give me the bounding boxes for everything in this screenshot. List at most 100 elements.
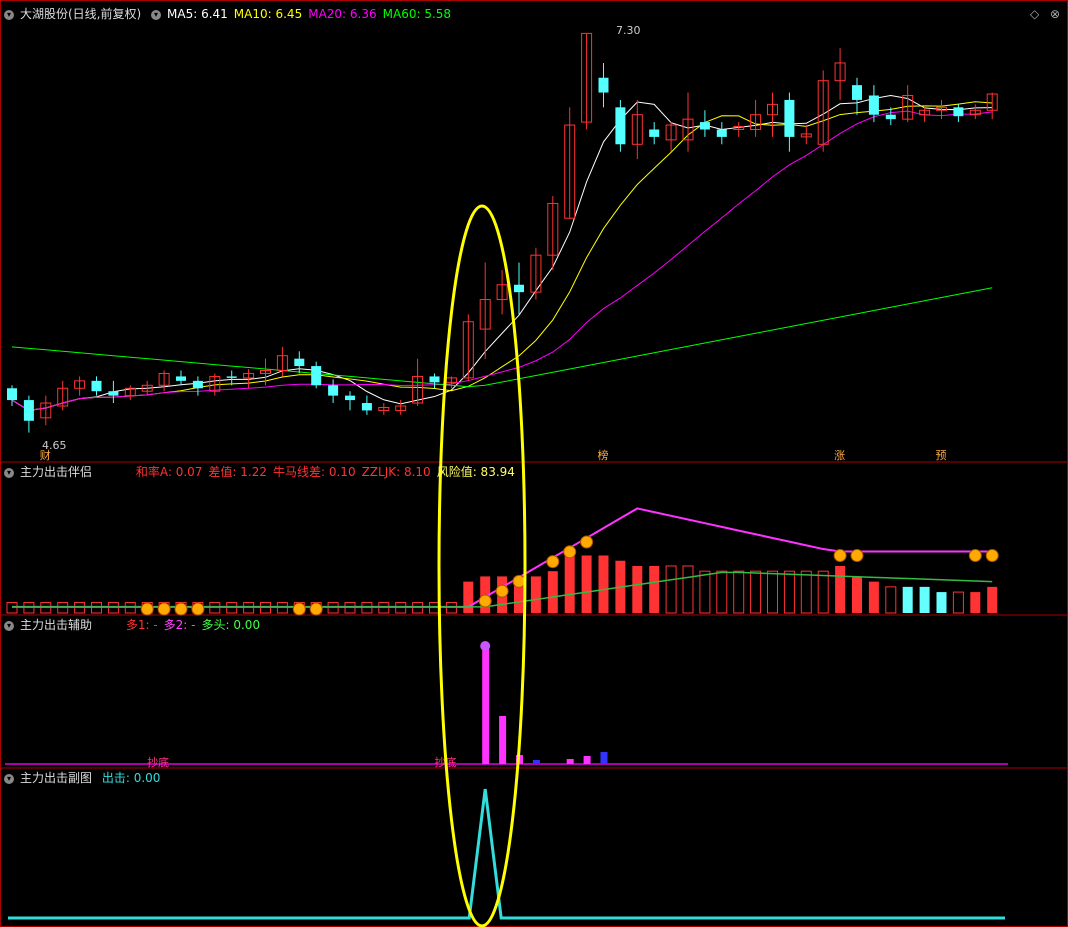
signal-icon bbox=[191, 602, 205, 616]
indicator-bar bbox=[530, 576, 541, 613]
candle-body bbox=[294, 358, 305, 367]
ma-values: MA5: 6.41 MA10: 6.45 MA20: 6.36 MA60: 5.58 bbox=[167, 7, 457, 21]
indicator-bar bbox=[987, 586, 998, 613]
candle-body bbox=[91, 380, 102, 392]
indicator-bar bbox=[581, 555, 592, 613]
candle-body bbox=[598, 77, 609, 93]
signal-icon bbox=[478, 594, 492, 608]
indicator-bar bbox=[716, 570, 728, 614]
indicator-bar bbox=[952, 591, 964, 614]
panel3-bar bbox=[583, 756, 591, 764]
close-icon[interactable]: ⊗ bbox=[1050, 7, 1060, 21]
signal-icon bbox=[495, 584, 509, 598]
indicator-bar bbox=[852, 576, 862, 613]
indicator-bar bbox=[885, 586, 897, 614]
indicator-value: MA60: 5.58 bbox=[382, 7, 452, 21]
candle-body bbox=[226, 376, 237, 378]
indicator-bar bbox=[868, 581, 879, 613]
panel3-header: ▾ 主力出击辅助 多1: - 多2: - 多头: 0.00 bbox=[4, 617, 272, 633]
indicator-value: 差值: 1.22 bbox=[208, 465, 267, 479]
indicator-bar bbox=[463, 581, 474, 613]
indicator-bar bbox=[564, 550, 575, 613]
indicator-bar bbox=[936, 592, 947, 613]
signal-icon bbox=[833, 549, 847, 562]
signal-icon bbox=[174, 602, 188, 616]
signal-icon bbox=[563, 545, 577, 559]
indicator-bar bbox=[733, 570, 745, 614]
event-marker: 榜 bbox=[598, 448, 609, 462]
panel3-bar bbox=[532, 760, 540, 764]
ma-line-ma20 bbox=[11, 110, 993, 411]
panel3-bar bbox=[482, 649, 490, 764]
ma-line-ma10 bbox=[11, 101, 993, 411]
signal-icon bbox=[968, 549, 982, 562]
candle-body bbox=[885, 114, 896, 120]
candle-body bbox=[361, 403, 372, 411]
indicator-bar bbox=[767, 570, 778, 614]
candle-body bbox=[7, 388, 17, 401]
candle-body bbox=[615, 107, 626, 145]
price-high-label: 7.30 bbox=[616, 24, 641, 37]
dropdown-icon[interactable]: ▾ bbox=[4, 9, 14, 20]
indicator-bar bbox=[783, 570, 795, 614]
candle-body bbox=[953, 107, 964, 117]
signal-icon bbox=[580, 535, 594, 549]
panel4-values: 出击: 0.00 bbox=[102, 771, 167, 785]
candle-body bbox=[345, 395, 355, 401]
indicator-value: 多头: 0.00 bbox=[201, 618, 261, 632]
panel3-values: 多1: - 多2: - 多头: 0.00 bbox=[126, 618, 266, 632]
indicator-value: 出击: 0.00 bbox=[101, 771, 161, 785]
signal-icon bbox=[512, 574, 526, 588]
candle-body bbox=[716, 129, 727, 137]
candle-body bbox=[784, 99, 795, 137]
price-low-label: 4.65 bbox=[42, 439, 67, 452]
panel3-chart: 抄底 抄底 bbox=[5, 641, 1008, 769]
candle-body bbox=[429, 376, 440, 383]
candle-body bbox=[852, 85, 862, 100]
indicator-bar bbox=[817, 570, 829, 614]
indicator-bar bbox=[835, 565, 846, 613]
signal-icon bbox=[850, 549, 864, 562]
signal-icon bbox=[157, 602, 171, 616]
main-title: 大湖股份(日线,前复权) bbox=[20, 7, 142, 21]
event-marker: 涨 bbox=[834, 449, 845, 462]
panel3-title: 主力出击辅助 bbox=[20, 618, 93, 632]
panel2-header: ▾ 主力出击伴侣 和率A: 0.07 差值: 1.22 牛马线差: 0.10 ZZLJK… bbox=[4, 464, 527, 480]
event-marker: 预 bbox=[936, 449, 947, 462]
candle-body bbox=[176, 376, 186, 381]
candle-body bbox=[868, 95, 879, 115]
main-header: ▾ 大湖股份(日线,前复权) ▾ MA5: 6.41 MA10: 6.45 MA20: … bbox=[4, 6, 463, 22]
dropdown-icon[interactable]: ▾ bbox=[4, 620, 14, 631]
indicator-bar bbox=[547, 571, 558, 613]
candle-body bbox=[514, 284, 524, 293]
indicator-bar bbox=[902, 586, 913, 613]
indicator-bar bbox=[649, 565, 660, 613]
panel3-bar bbox=[600, 752, 608, 764]
candle-body bbox=[23, 400, 34, 421]
indicator-bar bbox=[699, 570, 711, 614]
signal-icon bbox=[309, 602, 323, 616]
signal-icon bbox=[546, 555, 560, 569]
dropdown-icon[interactable]: ▾ bbox=[4, 773, 14, 784]
indicator-bar bbox=[800, 570, 812, 614]
panel3-label: 抄底 bbox=[147, 755, 169, 769]
signal-icon bbox=[292, 602, 306, 616]
dropdown-icon[interactable]: ▾ bbox=[151, 9, 162, 20]
indicator-bar bbox=[919, 586, 930, 613]
collapse-icon[interactable]: ◇ bbox=[1030, 7, 1039, 21]
candle-body bbox=[328, 385, 339, 396]
indicator-bar bbox=[750, 570, 762, 614]
dropdown-icon[interactable]: ▾ bbox=[4, 467, 14, 478]
signal-icon bbox=[985, 549, 999, 562]
candle-body bbox=[699, 122, 710, 130]
indicator-value: ZZLJK: 8.10 bbox=[361, 465, 431, 479]
indicator-value: MA20: 6.36 bbox=[308, 7, 377, 21]
indicator-value: MA10: 6.45 bbox=[233, 7, 303, 21]
candle-body bbox=[649, 129, 660, 137]
panel2-values: 和率A: 0.07 差值: 1.22 牛马线差: 0.10 ZZLJK: 8.10 风险… bbox=[136, 465, 521, 479]
panel3-bar bbox=[499, 716, 507, 764]
indicator-value: 风险值: 83.94 bbox=[436, 465, 515, 479]
indicator-bar bbox=[970, 592, 981, 613]
panel3-bar bbox=[566, 759, 574, 764]
indicator-value: 牛马线差: 0.10 bbox=[273, 465, 356, 479]
